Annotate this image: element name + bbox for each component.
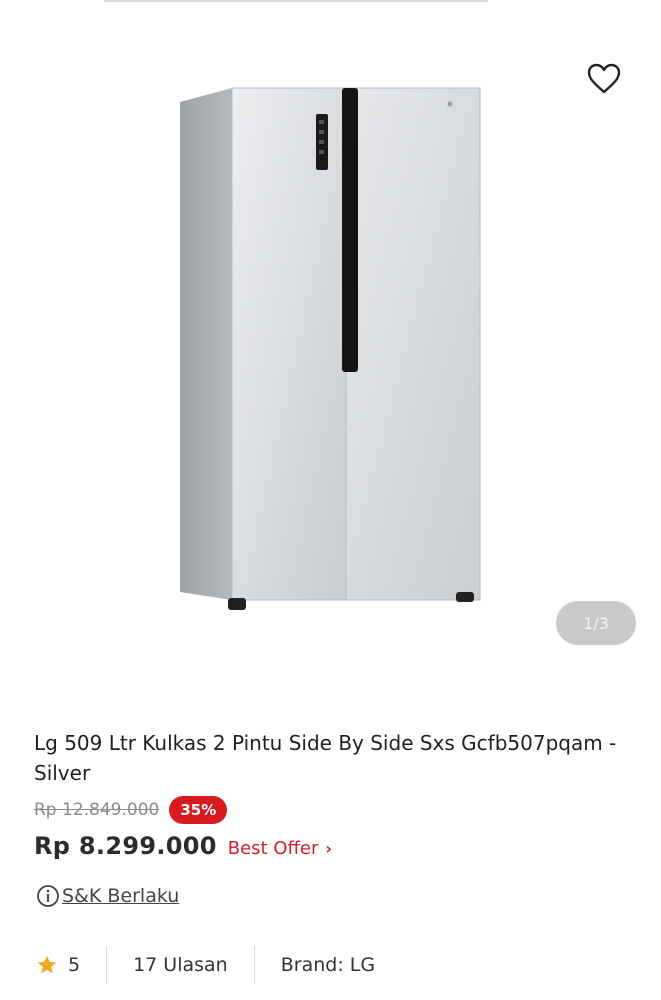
product-meta-row: 5 17 Ulasan Brand: LG [36, 944, 375, 986]
image-pager-indicator: 1/3 [556, 601, 636, 645]
divider [106, 946, 108, 984]
wishlist-button[interactable] [583, 58, 625, 100]
chevron-right-icon: › [325, 839, 332, 858]
star-icon [37, 955, 57, 974]
divider [253, 946, 255, 984]
brand-label: Brand: [280, 954, 344, 976]
review-count-link[interactable]: 17 Ulasan [133, 954, 228, 976]
product-image [170, 80, 490, 624]
product-gallery[interactable]: 1/3 [0, 0, 661, 690]
brand-value[interactable]: LG [350, 954, 375, 976]
discount-badge: 35% [169, 796, 228, 824]
original-price: Rp 12.849.000 [34, 800, 160, 820]
product-title: Lg 509 Ltr Kulkas 2 Pintu Side By Side S… [34, 731, 617, 785]
heart-outline-icon [587, 63, 621, 94]
old-price-row: Rp 12.849.000 35% [34, 796, 228, 824]
rating-value: 5 [68, 954, 81, 976]
best-offer-label: Best Offer [227, 838, 319, 859]
current-price-row: Rp 8.299.000 Best Offer › [34, 832, 332, 860]
terms-link[interactable]: S&K Berlaku [36, 884, 179, 908]
product-info: Lg 509 Ltr Kulkas 2 Pintu Side By Side S… [34, 728, 634, 788]
current-price: Rp 8.299.000 [34, 832, 217, 860]
info-icon [37, 885, 59, 907]
best-offer-link[interactable]: Best Offer › [228, 838, 332, 859]
rating[interactable]: 5 [36, 954, 80, 976]
terms-label: S&K Berlaku [62, 885, 180, 907]
